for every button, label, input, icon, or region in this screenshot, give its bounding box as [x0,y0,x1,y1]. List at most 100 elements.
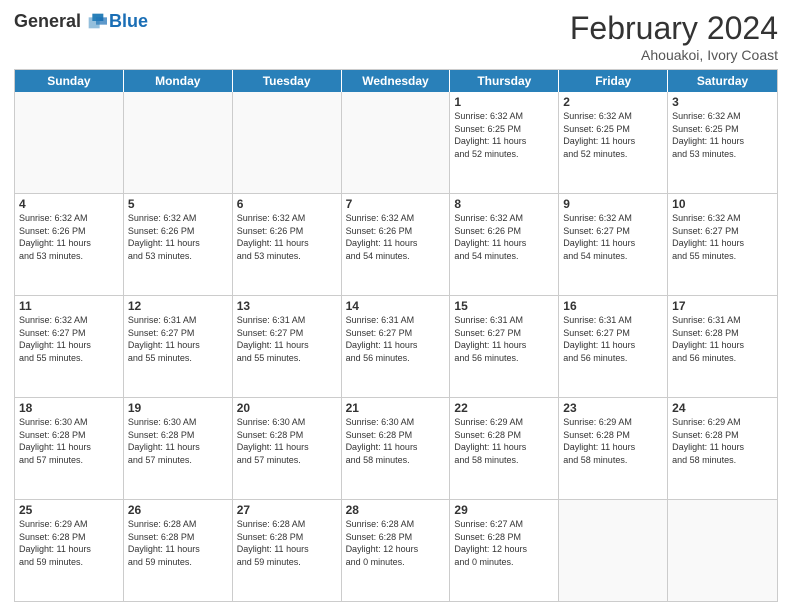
day-info: Sunrise: 6:32 AMSunset: 6:25 PMDaylight:… [563,110,663,160]
day-number: 26 [128,503,228,517]
logo-general-text: General [14,11,81,32]
day-info: Sunrise: 6:29 AMSunset: 6:28 PMDaylight:… [19,518,119,568]
day-info: Sunrise: 6:31 AMSunset: 6:27 PMDaylight:… [346,314,446,364]
day-info: Sunrise: 6:32 AMSunset: 6:26 PMDaylight:… [237,212,337,262]
calendar-cell: 14Sunrise: 6:31 AMSunset: 6:27 PMDayligh… [342,296,451,397]
header-day-wednesday: Wednesday [342,70,451,92]
calendar-cell: 7Sunrise: 6:32 AMSunset: 6:26 PMDaylight… [342,194,451,295]
day-info: Sunrise: 6:32 AMSunset: 6:26 PMDaylight:… [19,212,119,262]
logo: General Blue [14,10,148,32]
calendar-cell: 26Sunrise: 6:28 AMSunset: 6:28 PMDayligh… [124,500,233,601]
day-info: Sunrise: 6:30 AMSunset: 6:28 PMDaylight:… [128,416,228,466]
day-number: 5 [128,197,228,211]
location: Ahouakoi, Ivory Coast [570,47,778,63]
day-info: Sunrise: 6:30 AMSunset: 6:28 PMDaylight:… [237,416,337,466]
day-info: Sunrise: 6:32 AMSunset: 6:25 PMDaylight:… [672,110,773,160]
day-info: Sunrise: 6:32 AMSunset: 6:25 PMDaylight:… [454,110,554,160]
day-number: 20 [237,401,337,415]
calendar-cell [124,92,233,193]
day-info: Sunrise: 6:32 AMSunset: 6:27 PMDaylight:… [563,212,663,262]
calendar-week-4: 25Sunrise: 6:29 AMSunset: 6:28 PMDayligh… [15,499,777,601]
calendar-cell: 18Sunrise: 6:30 AMSunset: 6:28 PMDayligh… [15,398,124,499]
calendar-cell [559,500,668,601]
calendar-cell: 19Sunrise: 6:30 AMSunset: 6:28 PMDayligh… [124,398,233,499]
day-info: Sunrise: 6:31 AMSunset: 6:27 PMDaylight:… [563,314,663,364]
day-number: 27 [237,503,337,517]
day-number: 28 [346,503,446,517]
calendar-cell: 22Sunrise: 6:29 AMSunset: 6:28 PMDayligh… [450,398,559,499]
calendar-cell: 12Sunrise: 6:31 AMSunset: 6:27 PMDayligh… [124,296,233,397]
day-number: 11 [19,299,119,313]
day-number: 24 [672,401,773,415]
day-info: Sunrise: 6:29 AMSunset: 6:28 PMDaylight:… [563,416,663,466]
calendar-cell: 23Sunrise: 6:29 AMSunset: 6:28 PMDayligh… [559,398,668,499]
logo-icon [85,10,107,32]
day-info: Sunrise: 6:28 AMSunset: 6:28 PMDaylight:… [237,518,337,568]
calendar: SundayMondayTuesdayWednesdayThursdayFrid… [14,69,778,602]
header-day-sunday: Sunday [15,70,124,92]
calendar-cell [233,92,342,193]
day-info: Sunrise: 6:32 AMSunset: 6:26 PMDaylight:… [128,212,228,262]
calendar-cell: 13Sunrise: 6:31 AMSunset: 6:27 PMDayligh… [233,296,342,397]
calendar-cell: 4Sunrise: 6:32 AMSunset: 6:26 PMDaylight… [15,194,124,295]
day-info: Sunrise: 6:31 AMSunset: 6:27 PMDaylight:… [454,314,554,364]
header: General Blue February 2024 Ahouakoi, Ivo… [14,10,778,63]
day-number: 23 [563,401,663,415]
calendar-cell: 16Sunrise: 6:31 AMSunset: 6:27 PMDayligh… [559,296,668,397]
day-number: 8 [454,197,554,211]
calendar-cell: 20Sunrise: 6:30 AMSunset: 6:28 PMDayligh… [233,398,342,499]
calendar-cell: 9Sunrise: 6:32 AMSunset: 6:27 PMDaylight… [559,194,668,295]
calendar-cell [342,92,451,193]
calendar-cell: 24Sunrise: 6:29 AMSunset: 6:28 PMDayligh… [668,398,777,499]
title-block: February 2024 Ahouakoi, Ivory Coast [570,10,778,63]
calendar-cell [15,92,124,193]
day-number: 15 [454,299,554,313]
calendar-cell: 21Sunrise: 6:30 AMSunset: 6:28 PMDayligh… [342,398,451,499]
calendar-cell: 6Sunrise: 6:32 AMSunset: 6:26 PMDaylight… [233,194,342,295]
day-number: 3 [672,95,773,109]
day-number: 1 [454,95,554,109]
day-number: 19 [128,401,228,415]
day-number: 10 [672,197,773,211]
calendar-cell [668,500,777,601]
calendar-cell: 29Sunrise: 6:27 AMSunset: 6:28 PMDayligh… [450,500,559,601]
calendar-cell: 2Sunrise: 6:32 AMSunset: 6:25 PMDaylight… [559,92,668,193]
day-number: 29 [454,503,554,517]
logo-blue-text: Blue [109,11,148,32]
day-info: Sunrise: 6:32 AMSunset: 6:26 PMDaylight:… [346,212,446,262]
day-number: 6 [237,197,337,211]
day-number: 21 [346,401,446,415]
day-number: 13 [237,299,337,313]
header-day-tuesday: Tuesday [233,70,342,92]
calendar-body: 1Sunrise: 6:32 AMSunset: 6:25 PMDaylight… [15,92,777,601]
header-day-saturday: Saturday [668,70,777,92]
calendar-cell: 28Sunrise: 6:28 AMSunset: 6:28 PMDayligh… [342,500,451,601]
day-info: Sunrise: 6:29 AMSunset: 6:28 PMDaylight:… [672,416,773,466]
calendar-week-2: 11Sunrise: 6:32 AMSunset: 6:27 PMDayligh… [15,295,777,397]
day-info: Sunrise: 6:28 AMSunset: 6:28 PMDaylight:… [346,518,446,568]
day-info: Sunrise: 6:28 AMSunset: 6:28 PMDaylight:… [128,518,228,568]
calendar-cell: 11Sunrise: 6:32 AMSunset: 6:27 PMDayligh… [15,296,124,397]
calendar-header: SundayMondayTuesdayWednesdayThursdayFrid… [15,70,777,92]
calendar-cell: 10Sunrise: 6:32 AMSunset: 6:27 PMDayligh… [668,194,777,295]
calendar-cell: 25Sunrise: 6:29 AMSunset: 6:28 PMDayligh… [15,500,124,601]
day-info: Sunrise: 6:27 AMSunset: 6:28 PMDaylight:… [454,518,554,568]
calendar-cell: 8Sunrise: 6:32 AMSunset: 6:26 PMDaylight… [450,194,559,295]
day-number: 12 [128,299,228,313]
day-number: 7 [346,197,446,211]
day-number: 14 [346,299,446,313]
calendar-week-1: 4Sunrise: 6:32 AMSunset: 6:26 PMDaylight… [15,193,777,295]
day-number: 22 [454,401,554,415]
day-number: 25 [19,503,119,517]
day-number: 2 [563,95,663,109]
calendar-week-0: 1Sunrise: 6:32 AMSunset: 6:25 PMDaylight… [15,92,777,193]
calendar-cell: 17Sunrise: 6:31 AMSunset: 6:28 PMDayligh… [668,296,777,397]
day-number: 9 [563,197,663,211]
day-info: Sunrise: 6:31 AMSunset: 6:28 PMDaylight:… [672,314,773,364]
day-info: Sunrise: 6:30 AMSunset: 6:28 PMDaylight:… [346,416,446,466]
day-number: 18 [19,401,119,415]
header-day-thursday: Thursday [450,70,559,92]
day-number: 17 [672,299,773,313]
calendar-cell: 15Sunrise: 6:31 AMSunset: 6:27 PMDayligh… [450,296,559,397]
day-info: Sunrise: 6:29 AMSunset: 6:28 PMDaylight:… [454,416,554,466]
